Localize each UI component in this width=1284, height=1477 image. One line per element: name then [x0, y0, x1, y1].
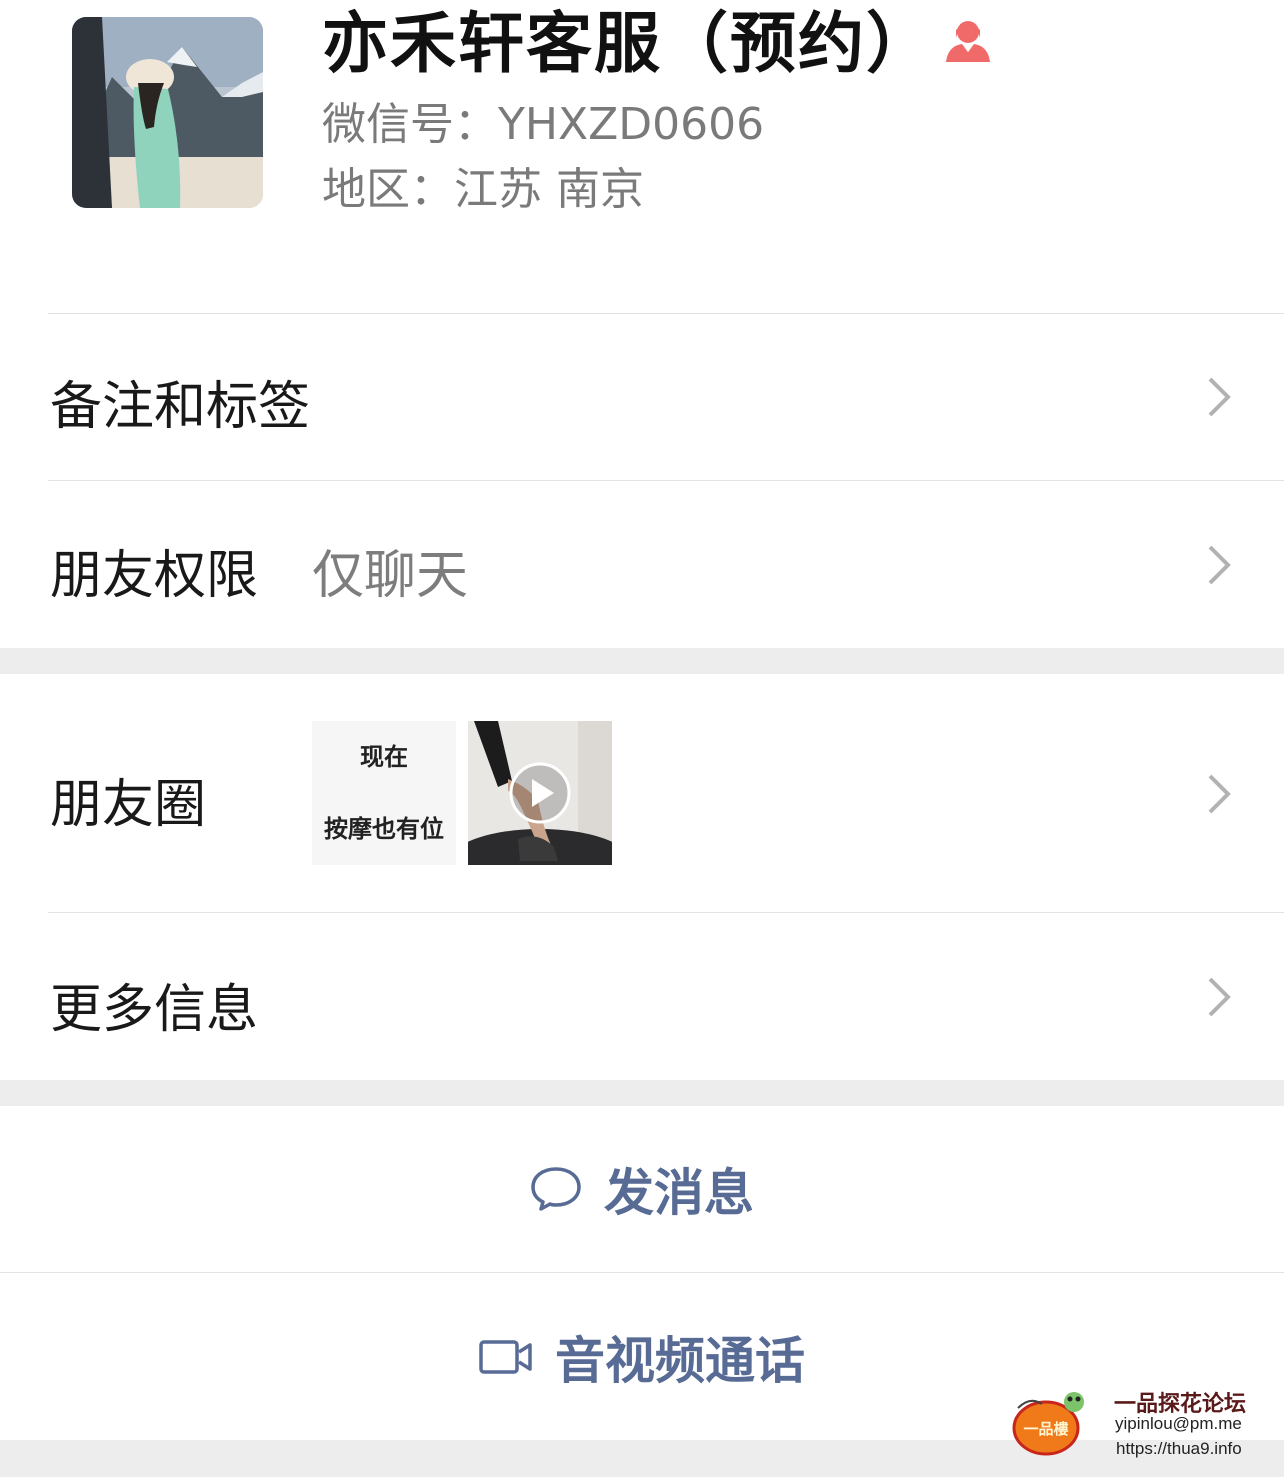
moments-thumb-line2: 按摩也有位: [324, 815, 444, 843]
female-icon: [946, 21, 990, 62]
contact-name: 亦禾轩客服（预约）: [322, 5, 934, 82]
wechat-id: 微信号：YHXZD0606: [322, 99, 765, 150]
moments-thumb-line1: 现在: [360, 743, 408, 771]
permission-label: 朋友权限: [50, 546, 259, 606]
moments-thumbnail-video[interactable]: [468, 721, 612, 865]
video-camera-icon: [479, 1339, 532, 1374]
chevron-right-icon: [1208, 977, 1231, 1017]
video-play-icon: [511, 764, 569, 822]
chevron-right-icon: [1208, 545, 1231, 585]
video-call-button[interactable]: 音视频通话: [0, 1273, 1284, 1440]
remark-and-tags-row[interactable]: 备注和标签: [0, 314, 1284, 480]
send-message-label: 发消息: [604, 1164, 754, 1222]
more-info-label: 更多信息: [50, 980, 259, 1040]
more-info-row[interactable]: 更多信息: [0, 913, 1284, 1080]
watermark-logo: 一品樓: [1012, 1392, 1084, 1456]
permission-value: 仅聊天: [312, 546, 469, 606]
region: 地区：江苏 南京: [322, 164, 644, 215]
section-gap: [0, 1080, 1284, 1106]
moments-label: 朋友圈: [50, 775, 207, 835]
watermark-email: yipinlou@pm.me: [1115, 1414, 1242, 1433]
moments-thumbnail-text[interactable]: 现在 按摩也有位: [312, 721, 456, 865]
friend-permission-row[interactable]: 朋友权限 仅聊天: [0, 481, 1284, 648]
svg-text:一品樓: 一品樓: [1023, 1420, 1068, 1438]
bottom-gap: [0, 1440, 1284, 1477]
watermark-url: https://thua9.info: [1116, 1439, 1242, 1458]
remark-label: 备注和标签: [50, 377, 311, 437]
section-gap: [0, 648, 1284, 674]
moments-row[interactable]: 朋友圈 现在 按摩也有位: [0, 674, 1284, 912]
chevron-right-icon: [1208, 774, 1231, 814]
chevron-right-icon: [1208, 377, 1231, 417]
video-call-label: 音视频通话: [555, 1331, 805, 1390]
chat-bubble-icon: [531, 1167, 581, 1211]
avatar[interactable]: [72, 17, 263, 208]
send-message-button[interactable]: 发消息: [0, 1106, 1284, 1272]
